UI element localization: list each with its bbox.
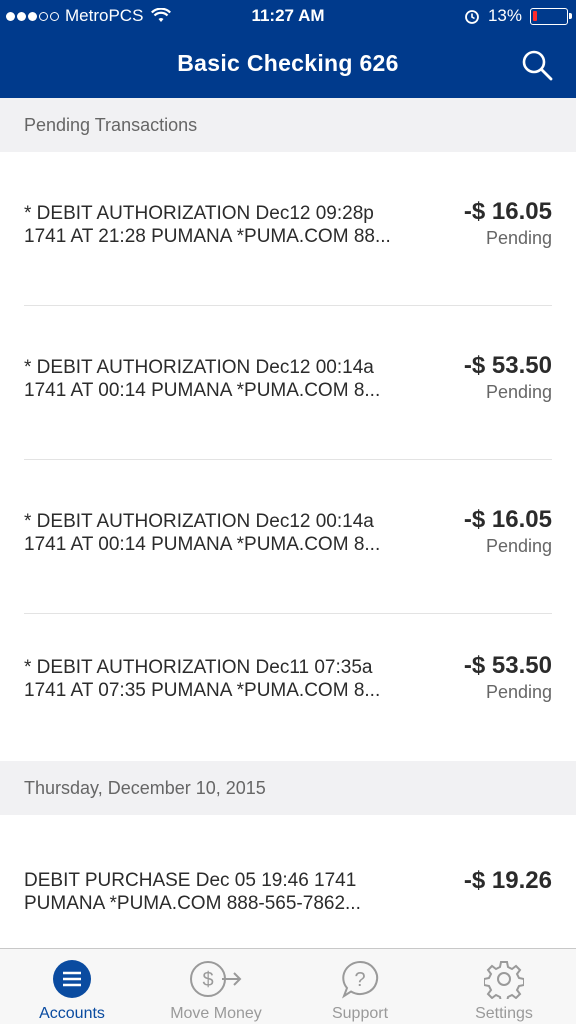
transaction-description: * DEBIT AUTHORIZATION Dec12 00:14a 1741 … bbox=[24, 357, 381, 401]
transaction-row[interactable]: DEBIT PURCHASE Dec 05 19:46 1741 PUMANA … bbox=[0, 815, 576, 969]
transaction-description: DEBIT PURCHASE Dec 05 19:46 1741 PUMANA … bbox=[24, 870, 361, 914]
battery-icon bbox=[530, 7, 572, 25]
battery-percent: 13% bbox=[487, 6, 522, 25]
tab-label: Accounts bbox=[39, 1005, 105, 1022]
transaction-amount-block: -$ 16.05 Pending bbox=[464, 198, 552, 249]
transaction-amount: -$ 16.05 bbox=[463, 506, 552, 533]
transaction-status: Pending bbox=[485, 536, 552, 556]
transaction-description: * DEBIT AUTHORIZATION Dec12 09:28p 1741 … bbox=[24, 203, 391, 247]
gear-icon bbox=[484, 961, 524, 999]
tab-bar: Accounts $ Move Money ? Support Settings bbox=[0, 948, 576, 1024]
search-icon[interactable] bbox=[520, 48, 554, 82]
transaction-description: * DEBIT AUTHORIZATION Dec11 07:35a 1741 … bbox=[24, 657, 381, 701]
transaction-amount: -$ 19.26 bbox=[463, 867, 552, 894]
transaction-row[interactable]: * DEBIT AUTHORIZATION Dec12 09:28p 1741 … bbox=[0, 152, 576, 306]
tab-label: Support bbox=[331, 1005, 389, 1022]
transaction-row[interactable]: * DEBIT AUTHORIZATION Dec12 00:14a 1741 … bbox=[0, 306, 576, 460]
tab-accounts[interactable]: Accounts bbox=[0, 949, 144, 1024]
status-bar: MetroPCS 11:27 AM 13% bbox=[0, 0, 576, 32]
alarm-icon bbox=[465, 10, 479, 24]
transaction-status: Pending bbox=[485, 382, 552, 402]
svg-text:$: $ bbox=[202, 969, 213, 991]
transaction-amount-block: -$ 16.05 Pending bbox=[464, 506, 552, 557]
tab-label: Settings bbox=[475, 1005, 533, 1022]
section-header-pending: Pending Transactions bbox=[0, 98, 576, 152]
transaction-amount: -$ 53.50 bbox=[463, 652, 552, 679]
transaction-description: * DEBIT AUTHORIZATION Dec12 00:14a 1741 … bbox=[24, 511, 381, 555]
transaction-amount-block: -$ 19.26 bbox=[464, 867, 552, 895]
transaction-status: Pending bbox=[485, 682, 552, 702]
app-header: MetroPCS 11:27 AM 13% Basic Checking 626 bbox=[0, 0, 576, 98]
page-title: Basic Checking 626 bbox=[177, 50, 399, 76]
transfer-icon: $ bbox=[190, 961, 242, 997]
tab-settings[interactable]: Settings bbox=[432, 949, 576, 1024]
tab-support[interactable]: ? Support bbox=[288, 949, 432, 1024]
transaction-amount: -$ 53.50 bbox=[463, 352, 552, 379]
transaction-row[interactable]: * DEBIT AUTHORIZATION Dec12 00:14a 1741 … bbox=[0, 460, 576, 614]
transaction-status: Pending bbox=[485, 228, 552, 248]
menu-icon bbox=[53, 960, 91, 998]
transaction-amount-block: -$ 53.50 Pending bbox=[464, 652, 552, 703]
tab-label: Move Money bbox=[170, 1005, 262, 1022]
tab-move-money[interactable]: $ Move Money bbox=[144, 949, 288, 1024]
section-header-date: Thursday, December 10, 2015 bbox=[0, 761, 576, 815]
transaction-amount-block: -$ 53.50 Pending bbox=[464, 352, 552, 403]
transaction-row[interactable]: * DEBIT AUTHORIZATION Dec11 07:35a 1741 … bbox=[0, 606, 576, 760]
help-icon: ? bbox=[342, 960, 379, 999]
transaction-amount: -$ 16.05 bbox=[463, 198, 552, 225]
svg-text:?: ? bbox=[354, 969, 365, 991]
